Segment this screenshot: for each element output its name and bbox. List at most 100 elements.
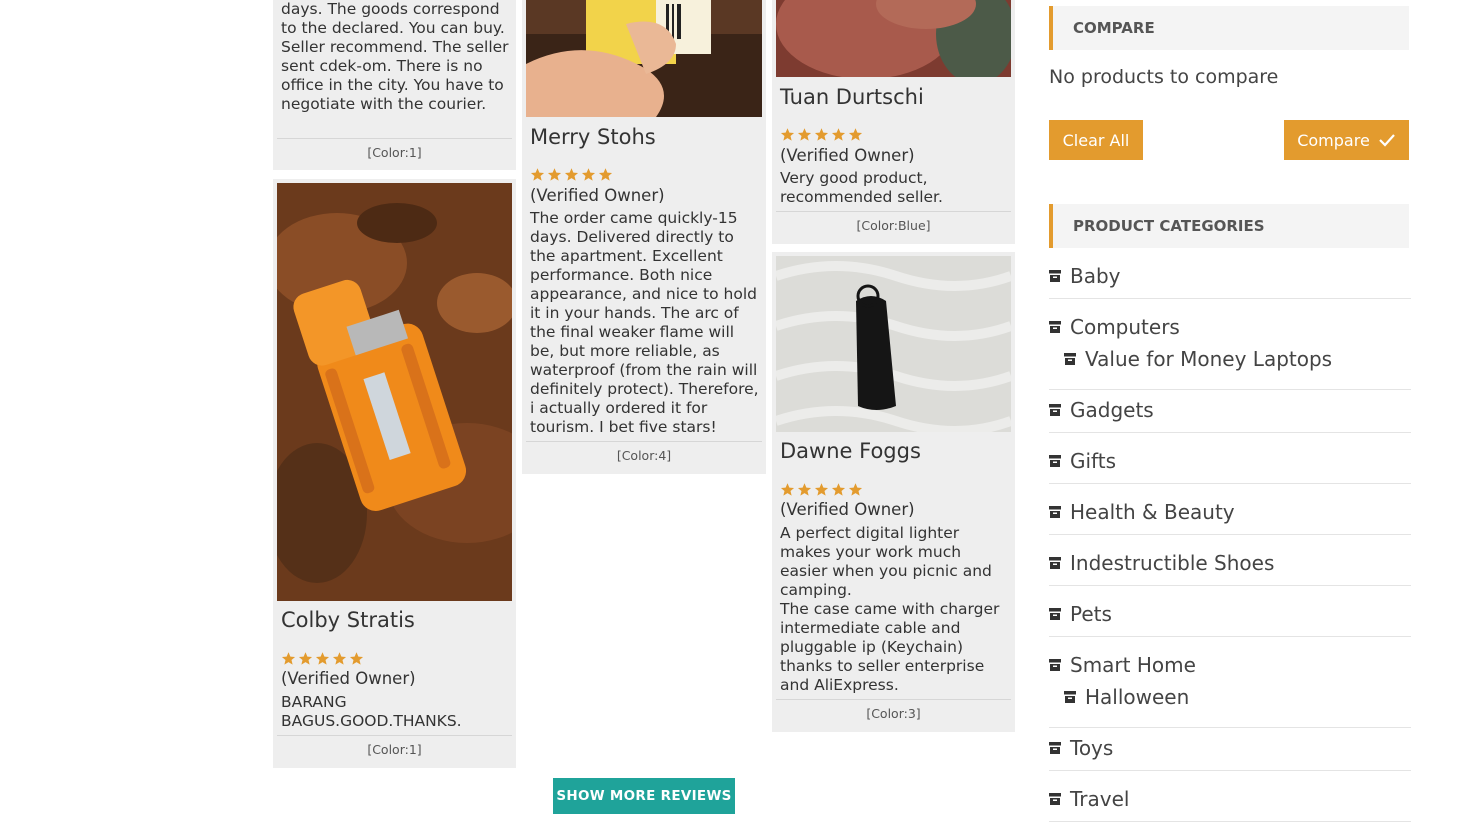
category-link-travel[interactable]: Travel [1049,787,1129,811]
category-link-computers[interactable]: Computers [1049,315,1180,339]
review-color-variant: [Color:4] [616,448,672,463]
star-icon [831,483,846,496]
divider [1049,389,1411,390]
reviewer-name: Tuan Durtschi [780,85,924,109]
category-item-baby: Baby [1049,259,1411,299]
divider [526,441,762,442]
compare-label: Compare [1297,130,1370,150]
star-icon [848,128,863,141]
box-icon [1049,506,1061,518]
star-icon [281,652,296,665]
star-icon [848,483,863,496]
verified-owner-label: (Verified Owner) [780,500,915,519]
review-photo[interactable] [526,0,762,117]
category-link-gifts[interactable]: Gifts [1049,449,1116,473]
category-link-gadgets[interactable]: Gadgets [1049,398,1154,422]
category-item-smart-home: Smart Home Halloween [1049,648,1411,728]
box-icon [1064,691,1076,703]
check-icon [1379,134,1395,147]
divider [776,211,1011,212]
star-icon [814,128,829,141]
box-icon [1049,321,1061,333]
clear-all-label: Clear All [1062,130,1130,150]
category-label: Pets [1070,602,1112,626]
box-icon [1049,793,1061,805]
star-icon [332,652,347,665]
box-icon [1064,353,1076,365]
star-icon [797,128,812,141]
review-photo[interactable] [277,183,512,601]
divider [277,735,512,736]
divider [1049,298,1411,299]
divider [277,138,512,139]
review-photo[interactable] [776,256,1011,432]
reviewer-name: Merry Stohs [530,125,656,149]
review-card: Tuan Durtschi (Verified Owner) Very good… [772,0,1015,244]
verified-owner-label: (Verified Owner) [780,146,915,165]
category-label: Gadgets [1070,398,1154,422]
category-link-baby[interactable]: Baby [1049,264,1121,288]
category-item-health-beauty: Health & Beauty [1049,495,1411,535]
review-color-variant: [Color:1] [367,742,422,757]
category-item-travel: Travel [1049,782,1411,822]
category-link-laptops[interactable]: Value for Money Laptops [1064,347,1332,371]
star-icon [814,483,829,496]
review-photo[interactable] [776,0,1011,77]
star-icon [315,652,330,665]
category-link-toys[interactable]: Toys [1049,736,1113,760]
category-label: Halloween [1085,685,1190,709]
divider [1049,770,1411,771]
star-icon [581,168,596,181]
review-card: days. The goods correspond to the declar… [273,0,516,170]
box-icon [1049,742,1061,754]
clear-all-button[interactable]: Clear All [1049,120,1143,160]
category-link-shoes[interactable]: Indestructible Shoes [1049,551,1274,575]
reviewer-name: Dawne Foggs [780,439,921,463]
divider [776,699,1011,700]
box-icon [1049,270,1061,282]
review-text: days. The goods correspond to the declar… [281,0,509,113]
category-label: Indestructible Shoes [1070,551,1275,575]
divider [1049,483,1411,484]
divider [1049,821,1411,822]
category-item-computers: Computers Value for Money Laptops [1049,310,1411,390]
category-link-smart-home[interactable]: Smart Home [1049,653,1196,677]
review-text: The order came quickly-15 days. Delivere… [530,209,759,436]
star-icon [298,652,313,665]
category-item-shoes: Indestructible Shoes [1049,546,1411,586]
category-item-gifts: Gifts [1049,444,1411,484]
category-item-gadgets: Gadgets [1049,393,1411,433]
divider [1049,585,1411,586]
show-more-reviews-button[interactable]: SHOW MORE REVIEWS [553,778,735,814]
rating-stars [780,482,863,497]
review-color-variant: [Color:3] [866,706,921,721]
compare-button[interactable]: Compare [1284,120,1409,160]
category-link-halloween[interactable]: Halloween [1064,685,1189,709]
category-label: Travel [1070,787,1130,811]
category-label: Smart Home [1070,653,1196,677]
divider [1049,432,1411,433]
star-icon [831,128,846,141]
divider [1049,727,1411,728]
review-text: BARANG BAGUS.GOOD.THANKS. [281,693,462,730]
box-icon [1049,659,1061,671]
review-card: Colby Stratis (Verified Owner) BARANG BA… [273,179,516,768]
star-icon [780,128,795,141]
verified-owner-label: (Verified Owner) [281,669,416,688]
category-label: Baby [1070,264,1121,288]
no-products-message: No products to compare [1049,66,1279,88]
category-link-health-beauty[interactable]: Health & Beauty [1049,500,1235,524]
category-link-pets[interactable]: Pets [1049,602,1112,626]
star-icon [547,168,562,181]
reviewer-name: Colby Stratis [281,608,415,632]
star-icon [797,483,812,496]
review-card: Merry Stohs (Verified Owner) The order c… [522,0,766,474]
star-icon [530,168,545,181]
category-label: Health & Beauty [1070,500,1235,524]
box-icon [1049,404,1061,416]
review-color-variant: [Color:Blue] [856,218,931,233]
review-color-variant: [Color:1] [367,145,422,160]
rating-stars [780,127,863,142]
categories-heading: PRODUCT CATEGORIES [1049,204,1409,248]
box-icon [1049,557,1061,569]
